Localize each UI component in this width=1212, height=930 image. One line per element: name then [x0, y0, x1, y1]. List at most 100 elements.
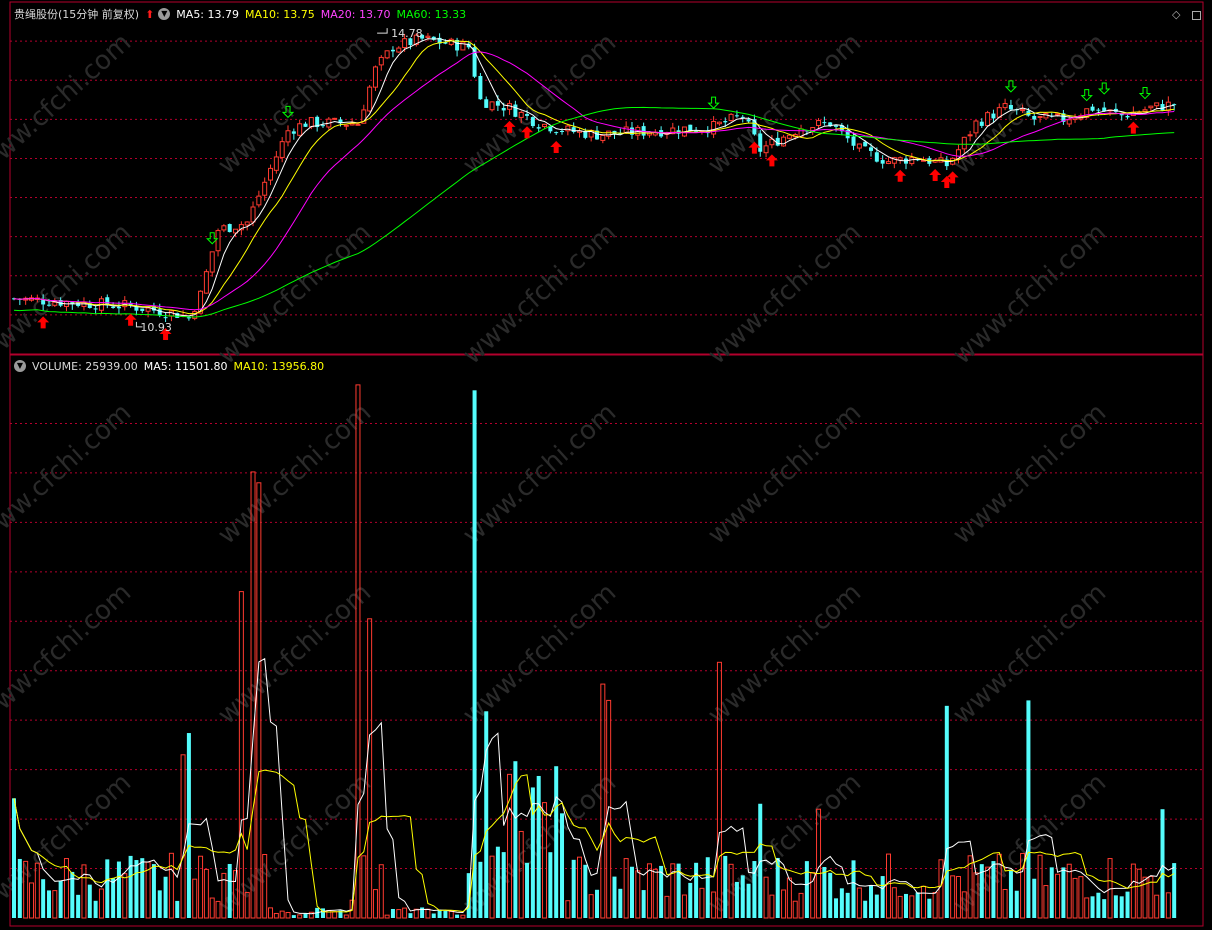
- high-label: 14.78: [391, 27, 423, 40]
- volume-bar: [798, 892, 804, 919]
- candle-body: [203, 271, 209, 294]
- volume-bar: [1026, 700, 1031, 918]
- volume-bar: [828, 872, 833, 918]
- volume-bar: [1055, 873, 1061, 919]
- candle-body: [851, 136, 856, 146]
- volume-bar: [874, 894, 879, 918]
- candle-body: [961, 136, 967, 150]
- volume-bar: [932, 892, 938, 919]
- candle-body: [1090, 106, 1095, 111]
- watermark-text: www.cfchi.com: [0, 578, 137, 731]
- watermark-text: www.cfchi.com: [947, 218, 1112, 371]
- candle-body: [897, 157, 903, 161]
- candle-body: [746, 119, 751, 122]
- volume-bar: [1113, 895, 1118, 918]
- volume-bar: [927, 898, 932, 918]
- volume-bar: [664, 895, 670, 919]
- candle-body: [909, 157, 915, 165]
- candle-body: [291, 131, 296, 134]
- candle-body: [1002, 103, 1008, 109]
- chart-canvas[interactable]: www.cfchi.com www.cfchi.com www.cfchi.com w…: [0, 0, 1212, 930]
- watermark-text: www.cfchi.com: [212, 398, 377, 551]
- volume-bar: [646, 863, 652, 919]
- candle-body: [1032, 115, 1037, 120]
- watermark-text: www.cfchi.com: [947, 398, 1112, 551]
- candle-body: [723, 121, 728, 123]
- candle-body: [565, 125, 571, 132]
- volume-bar: [583, 864, 588, 918]
- volume-bar: [128, 855, 133, 918]
- candle-body: [41, 300, 46, 305]
- volume-bar: [478, 861, 483, 918]
- volume-bar: [98, 888, 104, 919]
- volume-bar: [1119, 896, 1124, 918]
- volume-bar: [203, 868, 209, 919]
- volume-bar: [168, 852, 174, 919]
- watermark-text: www.cfchi.com: [0, 398, 137, 551]
- sell-arrow-icon: [707, 96, 720, 109]
- buy-arrow-icon: [1127, 121, 1140, 134]
- volume-bar: [41, 879, 46, 918]
- watermark-text: www.cfchi.com: [457, 28, 622, 181]
- watermark-text: www.cfchi.com: [212, 578, 377, 731]
- volume-bar: [920, 885, 926, 919]
- volume-bar: [705, 857, 710, 918]
- volume-bar: [652, 868, 658, 919]
- volume-bar: [595, 889, 599, 918]
- candle-body: [1043, 113, 1049, 119]
- sell-arrow-icon: [1004, 80, 1018, 93]
- volume-bar: [105, 859, 110, 918]
- candle-body: [991, 113, 996, 119]
- volume-bar: [495, 846, 500, 918]
- watermark-text: www.cfchi.com: [457, 218, 622, 371]
- volume-bar: [1014, 890, 1019, 918]
- volume-bar: [1008, 869, 1013, 918]
- volume-bar: [1096, 892, 1101, 918]
- volume-bar: [501, 852, 506, 918]
- volume-bar: [618, 888, 623, 918]
- volume-bar: [332, 911, 338, 919]
- volume-bar: [122, 873, 128, 919]
- volume-bar: [560, 813, 565, 918]
- volume-bar: [1154, 894, 1160, 919]
- volume-bar: [856, 887, 862, 919]
- candle-body: [781, 136, 787, 147]
- volume-bar: [93, 900, 98, 918]
- candle-body: [308, 117, 314, 128]
- candle-body: [46, 304, 51, 306]
- volume-bar: [46, 890, 51, 918]
- volume-bar: [740, 875, 745, 918]
- candle-body: [752, 119, 757, 135]
- candle-body: [816, 120, 822, 126]
- candle-body: [694, 130, 699, 132]
- candle-body: [542, 123, 548, 128]
- volume-bar: [151, 864, 156, 918]
- volume-bar: [437, 910, 442, 918]
- candle-body: [279, 141, 285, 158]
- candle-body: [303, 123, 308, 127]
- volume-bar: [460, 914, 466, 919]
- candle-body: [1125, 115, 1130, 118]
- watermark-text: www.cfchi.com: [0, 218, 137, 371]
- volume-bar: [536, 775, 541, 918]
- candle-body: [367, 86, 373, 112]
- volume-bar: [577, 856, 583, 919]
- candle-body: [536, 127, 541, 129]
- volume-bar: [623, 858, 629, 919]
- volume-bar: [635, 870, 641, 919]
- candle-body: [740, 116, 745, 118]
- volume-bar: [343, 914, 349, 919]
- volume-bar: [1084, 897, 1090, 919]
- high-marker: [377, 28, 388, 34]
- candle-body: [256, 195, 262, 206]
- candle-body: [215, 230, 221, 252]
- volume-bar: [273, 912, 279, 919]
- volume-bar: [372, 889, 378, 919]
- volume-bar: [1043, 885, 1049, 919]
- candle-body: [396, 47, 402, 53]
- volume-bar: [58, 880, 63, 918]
- volume-bar: [548, 852, 553, 918]
- candle-body: [145, 307, 151, 312]
- volume-bar: [163, 876, 168, 918]
- volume-bar: [297, 914, 303, 919]
